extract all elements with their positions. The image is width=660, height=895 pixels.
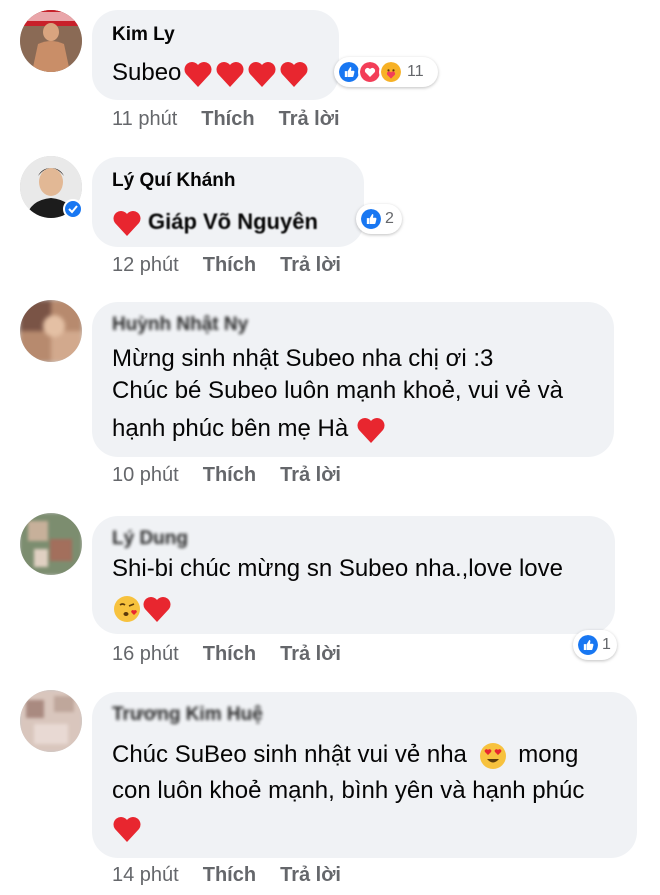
like-button[interactable]: Thích <box>201 108 254 130</box>
comment-time[interactable]: 14 phút <box>112 864 179 886</box>
comment-bubble: Lý Dung Shi-bi chúc mừng sn Subeo nha.,l… <box>92 516 615 634</box>
comment-actions: 14 phút Thích Trả lời <box>112 864 365 887</box>
comment-text-body: mong <box>518 741 579 768</box>
reaction-summary[interactable]: 1 <box>573 630 617 660</box>
like-reaction-icon <box>576 633 600 657</box>
heart-emoji <box>113 211 141 237</box>
comment-text: Chúc SuBeo sinh nhật vui vẻ nha mong <box>112 736 578 773</box>
reaction-summary[interactable]: 11 <box>334 57 438 87</box>
author-name[interactable]: Trương Kim Huệ <box>112 704 263 726</box>
comment-actions: 12 phút Thích Trả lời <box>112 254 365 277</box>
heart-emoji <box>357 417 385 443</box>
avatar[interactable] <box>20 300 82 362</box>
heart-emoji <box>248 61 276 87</box>
comment-text: hạnh phúc bên mẹ Hà <box>112 410 386 447</box>
avatar[interactable] <box>20 10 82 72</box>
reaction-count: 2 <box>385 210 394 227</box>
tagged-user-link[interactable]: Giáp Võ Nguyên <box>148 209 318 234</box>
comment-bubble: Trương Kim Huệ Chúc SuBeo sinh nhật vui … <box>92 692 637 858</box>
reply-button[interactable]: Trả lời <box>280 643 341 665</box>
like-reaction-icon <box>359 207 383 231</box>
comment-time[interactable]: 11 phút <box>112 108 177 130</box>
reply-button[interactable]: Trả lời <box>280 254 341 276</box>
author-name[interactable]: Lý Dung <box>112 528 188 550</box>
reply-button[interactable]: Trả lời <box>280 464 341 486</box>
heart-emoji <box>184 61 212 87</box>
comment-text <box>112 589 172 626</box>
comment-bubble: Lý Quí Khánh Giáp Võ Nguyên <box>92 157 364 247</box>
comment-text: Shi-bi chúc mừng sn Subeo nha.,love love <box>112 555 563 582</box>
comment-actions: 16 phút Thích Trả lời <box>112 643 365 666</box>
comment-time[interactable]: 10 phút <box>112 464 179 486</box>
comment-text-body: Chúc SuBeo sinh nhật vui vẻ nha <box>112 741 467 768</box>
author-name[interactable]: Kim Ly <box>112 24 175 46</box>
reply-button[interactable]: Trả lời <box>279 108 340 130</box>
avatar[interactable] <box>20 690 82 752</box>
comment-actions: 11 phút Thích Trả lời <box>112 108 364 131</box>
avatar[interactable] <box>20 513 82 575</box>
care-reaction-icon <box>379 60 403 84</box>
like-button[interactable]: Thích <box>203 643 256 665</box>
heart-emoji <box>113 816 141 842</box>
comment-bubble: Huỳnh Nhật Ny Mừng sinh nhật Subeo nha c… <box>92 302 614 457</box>
comment-text: Giáp Võ Nguyên <box>112 203 318 240</box>
reaction-count: 1 <box>602 636 611 653</box>
comment-actions: 10 phút Thích Trả lời <box>112 464 365 487</box>
reply-button[interactable]: Trả lời <box>280 864 341 886</box>
reaction-count: 11 <box>407 63 424 80</box>
author-name[interactable]: Lý Quí Khánh <box>112 170 236 192</box>
like-button[interactable]: Thích <box>203 864 256 886</box>
heart-emoji <box>216 61 244 87</box>
reaction-summary[interactable]: 2 <box>356 204 402 234</box>
comment-text: con luôn khoẻ mạnh, bình yên và hạnh phú… <box>112 777 585 804</box>
comment-text <box>112 809 142 846</box>
kiss-emoji <box>114 595 140 622</box>
heart-emoji <box>143 596 171 622</box>
comment-text: Chúc bé Subeo luôn mạnh khoẻ, vui vẻ và <box>112 377 563 404</box>
comment-bubble: Kim Ly Subeo <box>92 10 339 100</box>
like-button[interactable]: Thích <box>203 464 256 486</box>
heart-emoji <box>280 61 308 87</box>
verified-badge-icon <box>63 199 83 219</box>
comment-time[interactable]: 16 phút <box>112 643 179 665</box>
comment-text-body: hạnh phúc bên mẹ Hà <box>112 415 349 442</box>
like-button[interactable]: Thích <box>203 254 256 276</box>
author-name[interactable]: Huỳnh Nhật Ny <box>112 314 248 336</box>
comment-text-body: Subeo <box>112 59 182 86</box>
comment-time[interactable]: 12 phút <box>112 254 179 276</box>
heart-eyes-emoji <box>479 742 506 769</box>
comment-text: Subeo <box>112 54 309 91</box>
